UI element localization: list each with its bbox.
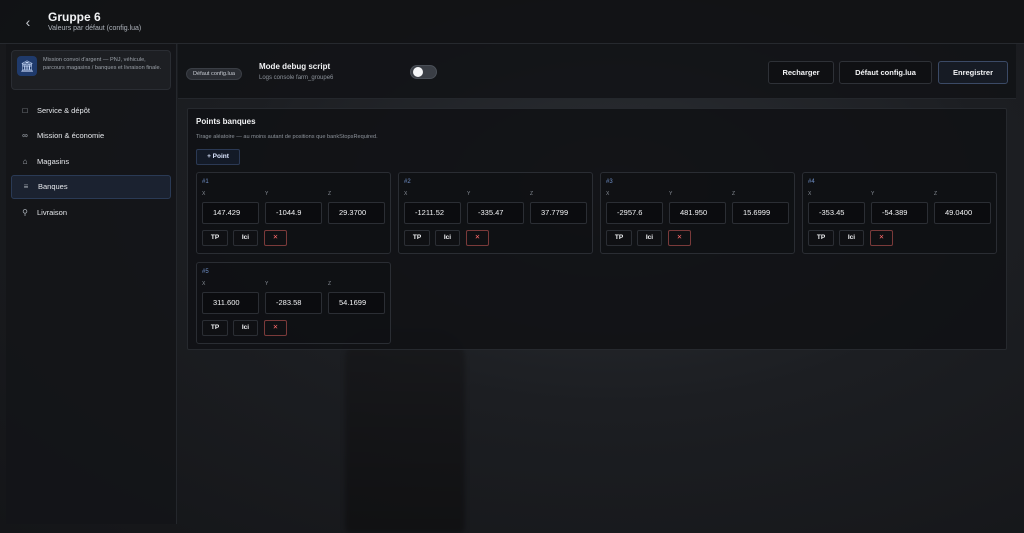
axis-label-y: Y <box>265 191 269 197</box>
page-subtitle: Valeurs par défaut (config.lua) <box>48 25 142 32</box>
add-point-button[interactable]: + Point <box>196 149 240 165</box>
debug-mode-title: Mode debug script <box>259 62 331 71</box>
section-subtitle: Tirage aléatoire — au moins autant de po… <box>196 134 378 140</box>
teleport-button[interactable]: TP <box>606 230 632 246</box>
coord-y-input[interactable]: 481.950 <box>669 202 726 224</box>
background-figure <box>345 330 465 533</box>
sidebar-item-label: Mission & économie <box>37 131 105 140</box>
page-title: Gruppe 6 <box>48 10 101 24</box>
set-here-button[interactable]: Ici <box>637 230 662 246</box>
coord-z-input[interactable]: 37.7799 <box>530 202 587 224</box>
coord-z-input[interactable]: 29.3700 <box>328 202 385 224</box>
delete-point-button[interactable]: ✕ <box>466 230 489 246</box>
default-config-button[interactable]: Défaut config.lua <box>839 61 932 84</box>
bank-point-card: #5 X Y Z 311.600 -283.58 54.1699 TP Ici … <box>196 262 391 344</box>
axis-label-y: Y <box>467 191 471 197</box>
sidebar-item-label: Banques <box>38 182 68 191</box>
coord-x-input[interactable]: -2957.6 <box>606 202 663 224</box>
settings-header: Défaut config.lua Mode debug script Logs… <box>178 44 1016 99</box>
axis-label-z: Z <box>530 191 534 197</box>
debug-toggle[interactable] <box>410 65 437 79</box>
set-here-button[interactable]: Ici <box>233 320 258 336</box>
bank-icon: 🏛 <box>17 56 37 76</box>
coord-y-input[interactable]: -283.58 <box>265 292 322 314</box>
sidebar-item-mission-economie[interactable]: ∞ Mission & économie <box>11 124 171 148</box>
bank-point-card: #1 X Y Z 147.429 -1044.9 29.3700 TP Ici … <box>196 172 391 254</box>
teleport-button[interactable]: TP <box>404 230 430 246</box>
bank-point-card: #2 X Y Z -1211.52 -335.47 37.7799 TP Ici… <box>398 172 593 254</box>
point-index: #1 <box>202 179 209 185</box>
axis-label-x: X <box>808 191 812 197</box>
teleport-button[interactable]: TP <box>202 320 228 336</box>
axis-label-z: Z <box>328 281 332 287</box>
axis-label-y: Y <box>871 191 875 197</box>
save-button[interactable]: Enregistrer <box>938 61 1008 84</box>
chevron-left-icon[interactable]: ‹ <box>18 12 38 32</box>
set-here-button[interactable]: Ici <box>435 230 460 246</box>
default-config-badge: Défaut config.lua <box>186 68 242 80</box>
coord-y-input[interactable]: -54.389 <box>871 202 928 224</box>
axis-label-z: Z <box>934 191 938 197</box>
coord-x-input[interactable]: -353.45 <box>808 202 865 224</box>
briefcase-icon: □ <box>22 105 28 115</box>
coord-z-input[interactable]: 49.0400 <box>934 202 991 224</box>
sidebar-item-service-depot[interactable]: □ Service & dépôt <box>11 98 171 122</box>
axis-label-x: X <box>606 191 610 197</box>
delete-point-button[interactable]: ✕ <box>870 230 893 246</box>
delete-point-button[interactable]: ✕ <box>264 320 287 336</box>
coord-y-input[interactable]: -1044.9 <box>265 202 322 224</box>
axis-label-z: Z <box>732 191 736 197</box>
set-here-button[interactable]: Ici <box>233 230 258 246</box>
axis-label-y: Y <box>265 281 269 287</box>
section-title: Points banques <box>196 117 256 126</box>
sidebar-item-banques[interactable]: ≡ Banques <box>11 174 171 199</box>
delete-point-button[interactable]: ✕ <box>264 230 287 246</box>
axis-label-z: Z <box>328 191 332 197</box>
axis-label-x: X <box>202 191 206 197</box>
coord-z-input[interactable]: 54.1699 <box>328 292 385 314</box>
sidebar-item-label: Service & dépôt <box>37 105 90 115</box>
set-here-button[interactable]: Ici <box>839 230 864 246</box>
point-index: #5 <box>202 269 209 275</box>
top-bar: ‹ Gruppe 6 Valeurs par défaut (config.lu… <box>0 0 1024 44</box>
bank-point-card: #3 X Y Z -2957.6 481.950 15.6999 TP Ici … <box>600 172 795 254</box>
link-icon: ∞ <box>22 131 28 140</box>
point-index: #2 <box>404 179 411 185</box>
delete-point-button[interactable]: ✕ <box>668 230 691 246</box>
sidebar-item-livraison[interactable]: ⚲ Livraison <box>11 200 171 224</box>
reload-button[interactable]: Recharger <box>768 61 834 84</box>
point-index: #3 <box>606 179 613 185</box>
coord-x-input[interactable]: 311.600 <box>202 292 259 314</box>
store-icon: ⌂ <box>22 156 28 166</box>
teleport-button[interactable]: TP <box>202 230 228 246</box>
bank-point-card: #4 X Y Z -353.45 -54.389 49.0400 TP Ici … <box>802 172 997 254</box>
map-pin-icon: ⚲ <box>22 207 28 217</box>
sidebar-item-label: Magasins <box>37 156 70 166</box>
sidebar: 🏛 Mission convoi d'argent — PNJ, véhicul… <box>6 44 177 524</box>
bank-icon: ≡ <box>23 182 29 191</box>
debug-mode-subtitle: Logs console farm_groupe6 <box>259 75 334 81</box>
teleport-button[interactable]: TP <box>808 230 834 246</box>
mission-card: 🏛 Mission convoi d'argent — PNJ, véhicul… <box>11 50 171 90</box>
axis-label-y: Y <box>669 191 673 197</box>
sidebar-item-magasins[interactable]: ⌂ Magasins <box>11 149 171 173</box>
coord-x-input[interactable]: 147.429 <box>202 202 259 224</box>
toggle-knob <box>413 67 423 77</box>
coord-z-input[interactable]: 15.6999 <box>732 202 789 224</box>
point-index: #4 <box>808 179 815 185</box>
coord-x-input[interactable]: -1211.52 <box>404 202 461 224</box>
axis-label-x: X <box>404 191 408 197</box>
coord-y-input[interactable]: -335.47 <box>467 202 524 224</box>
mission-description: Mission convoi d'argent — PNJ, véhicule,… <box>43 57 162 71</box>
sidebar-item-label: Livraison <box>37 207 68 217</box>
axis-label-x: X <box>202 281 206 287</box>
bank-points-panel: Points banques Tirage aléatoire — au moi… <box>187 108 1007 350</box>
